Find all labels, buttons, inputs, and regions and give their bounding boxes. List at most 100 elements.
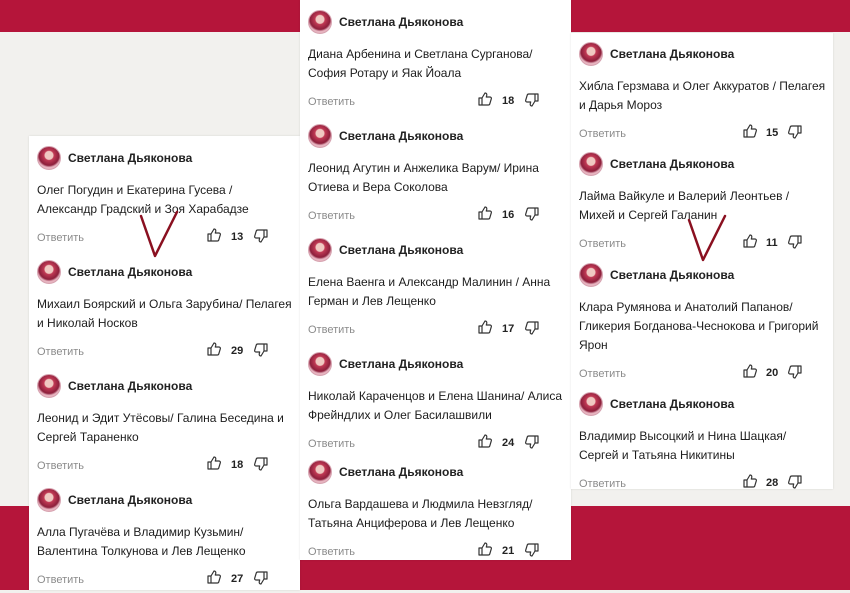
- author-name[interactable]: Светлана Дьяконова: [339, 465, 463, 479]
- avatar[interactable]: [37, 146, 61, 170]
- comment-card: Светлана Дьяконова Елена Ваенга и Алекса…: [308, 238, 565, 343]
- thumbs-up-icon[interactable]: [478, 542, 492, 556]
- thumbs-down-icon[interactable]: [254, 457, 268, 471]
- author-name[interactable]: Светлана Дьяконова: [68, 493, 192, 507]
- avatar[interactable]: [37, 260, 61, 284]
- avatar[interactable]: [37, 488, 61, 512]
- comment-text: Владимир Высоцкий и Нина Шацкая/ Сергей …: [579, 429, 787, 462]
- reply-button[interactable]: Ответить: [579, 478, 626, 490]
- like-count: 21: [502, 545, 515, 557]
- thumbs-up-icon[interactable]: [478, 320, 492, 334]
- author-name[interactable]: Светлана Дьяконова: [68, 265, 192, 279]
- comments-panel-right: Светлана Дьяконова Хибла Герзмава и Олег…: [571, 33, 833, 490]
- thumbs-up-icon[interactable]: [743, 234, 757, 248]
- avatar[interactable]: [308, 124, 332, 148]
- author-name[interactable]: Светлана Дьяконова: [339, 243, 463, 257]
- author-name[interactable]: Светлана Дьяконова: [339, 15, 463, 29]
- author-name[interactable]: Светлана Дьяконова: [610, 397, 734, 411]
- comment-card: Светлана Дьяконова Алла Пугачёва и Влади…: [37, 488, 294, 593]
- comment-card: Светлана Дьяконова Клара Румянова и Анат…: [579, 263, 827, 387]
- reply-button[interactable]: Ответить: [579, 368, 626, 380]
- comments-panel-middle: Светлана Дьяконова Диана Арбенина и Свет…: [300, 0, 571, 560]
- comment-card: Светлана Дьяконова Хибла Герзмава и Олег…: [579, 42, 827, 147]
- avatar[interactable]: [579, 392, 603, 416]
- thumbs-down-icon[interactable]: [254, 343, 268, 357]
- reply-button[interactable]: Ответить: [37, 460, 84, 472]
- avatar[interactable]: [308, 238, 332, 262]
- like-count: 18: [502, 95, 515, 107]
- thumbs-up-icon[interactable]: [478, 434, 492, 448]
- checkmark-icon: [139, 210, 179, 258]
- comment-text: Леонид и Эдит Утёсовы/ Галина Беседина и…: [37, 411, 284, 444]
- author-name[interactable]: Светлана Дьяконова: [610, 268, 734, 282]
- comment-card: Светлана Дьяконова Леонид и Эдит Утёсовы…: [37, 374, 294, 479]
- avatar[interactable]: [308, 10, 332, 34]
- thumbs-down-icon[interactable]: [788, 125, 802, 139]
- thumbs-up-icon[interactable]: [743, 124, 757, 138]
- thumbs-down-icon[interactable]: [788, 365, 802, 379]
- comment-card: Светлана Дьяконова Николай Караченцов и …: [308, 352, 565, 457]
- avatar[interactable]: [37, 374, 61, 398]
- comment-text: Николай Караченцов и Елена Шанина/ Алиса…: [308, 389, 563, 422]
- thumbs-up-icon[interactable]: [207, 342, 221, 356]
- like-count: 24: [502, 437, 515, 449]
- comment-card: Светлана Дьяконова Михаил Боярский и Оль…: [37, 260, 294, 365]
- reply-button[interactable]: Ответить: [308, 438, 355, 450]
- thumbs-down-icon[interactable]: [525, 93, 539, 107]
- like-count: 11: [766, 237, 778, 249]
- thumbs-down-icon[interactable]: [254, 229, 268, 243]
- thumbs-down-icon[interactable]: [525, 543, 539, 557]
- thumbs-up-icon[interactable]: [207, 456, 221, 470]
- author-name[interactable]: Светлана Дьяконова: [610, 47, 734, 61]
- thumbs-down-icon[interactable]: [788, 475, 802, 489]
- like-count: 27: [231, 573, 244, 585]
- thumbs-up-icon[interactable]: [743, 364, 757, 378]
- reply-button[interactable]: Ответить: [37, 346, 84, 358]
- checkmark-icon: [687, 214, 727, 262]
- like-count: 29: [231, 345, 244, 357]
- like-count: 18: [231, 459, 244, 471]
- thumbs-down-icon[interactable]: [525, 321, 539, 335]
- author-name[interactable]: Светлана Дьяконова: [339, 129, 463, 143]
- comment-text: Алла Пугачёва и Владимир Кузьмин/ Валент…: [37, 525, 246, 558]
- comment-text: Ольга Вардашева и Людмила Невзгляд/ Тать…: [308, 497, 533, 530]
- comment-text: Хибла Герзмава и Олег Аккуратов / Пелаге…: [579, 79, 826, 112]
- thumbs-up-icon[interactable]: [478, 92, 492, 106]
- reply-button[interactable]: Ответить: [579, 238, 626, 250]
- avatar[interactable]: [579, 263, 603, 287]
- like-count: 28: [766, 477, 779, 489]
- avatar[interactable]: [579, 152, 603, 176]
- reply-button[interactable]: Ответить: [308, 324, 355, 336]
- comments-panel-left: Светлана Дьяконова Олег Погудин и Екатер…: [29, 136, 300, 590]
- avatar[interactable]: [308, 460, 332, 484]
- like-count: 20: [766, 367, 779, 379]
- thumbs-up-icon[interactable]: [207, 228, 221, 242]
- comment-text: Михаил Боярский и Ольга Зарубина/ Пелаге…: [37, 297, 292, 330]
- comment-text: Елена Ваенга и Александр Малинин / Анна …: [308, 275, 551, 308]
- reply-button[interactable]: Ответить: [37, 574, 84, 586]
- like-count: 17: [502, 323, 515, 335]
- reply-button[interactable]: Ответить: [308, 210, 355, 222]
- comment-text: Диана Арбенина и Светлана Сурганова/ Соф…: [308, 47, 533, 80]
- author-name[interactable]: Светлана Дьяконова: [610, 157, 734, 171]
- thumbs-up-icon[interactable]: [207, 570, 221, 584]
- reply-button[interactable]: Ответить: [579, 128, 626, 140]
- comment-text: Клара Румянова и Анатолий Папанов/ Глике…: [579, 300, 819, 352]
- thumbs-up-icon[interactable]: [743, 474, 757, 488]
- comment-text: Леонид Агутин и Анжелика Варум/ Ирина От…: [308, 161, 539, 194]
- author-name[interactable]: Светлана Дьяконова: [68, 379, 192, 393]
- avatar[interactable]: [308, 352, 332, 376]
- avatar[interactable]: [579, 42, 603, 66]
- author-name[interactable]: Светлана Дьяконова: [339, 357, 463, 371]
- author-name[interactable]: Светлана Дьяконова: [68, 151, 192, 165]
- thumbs-down-icon[interactable]: [254, 571, 268, 585]
- reply-button[interactable]: Ответить: [37, 232, 84, 244]
- reply-button[interactable]: Ответить: [308, 96, 355, 108]
- thumbs-down-icon[interactable]: [788, 235, 802, 249]
- reply-button[interactable]: Ответить: [308, 546, 355, 558]
- thumbs-up-icon[interactable]: [478, 206, 492, 220]
- like-count: 13: [231, 231, 244, 243]
- thumbs-down-icon[interactable]: [525, 435, 539, 449]
- thumbs-down-icon[interactable]: [525, 207, 539, 221]
- comment-card: Светлана Дьяконова Владимир Высоцкий и Н…: [579, 392, 827, 497]
